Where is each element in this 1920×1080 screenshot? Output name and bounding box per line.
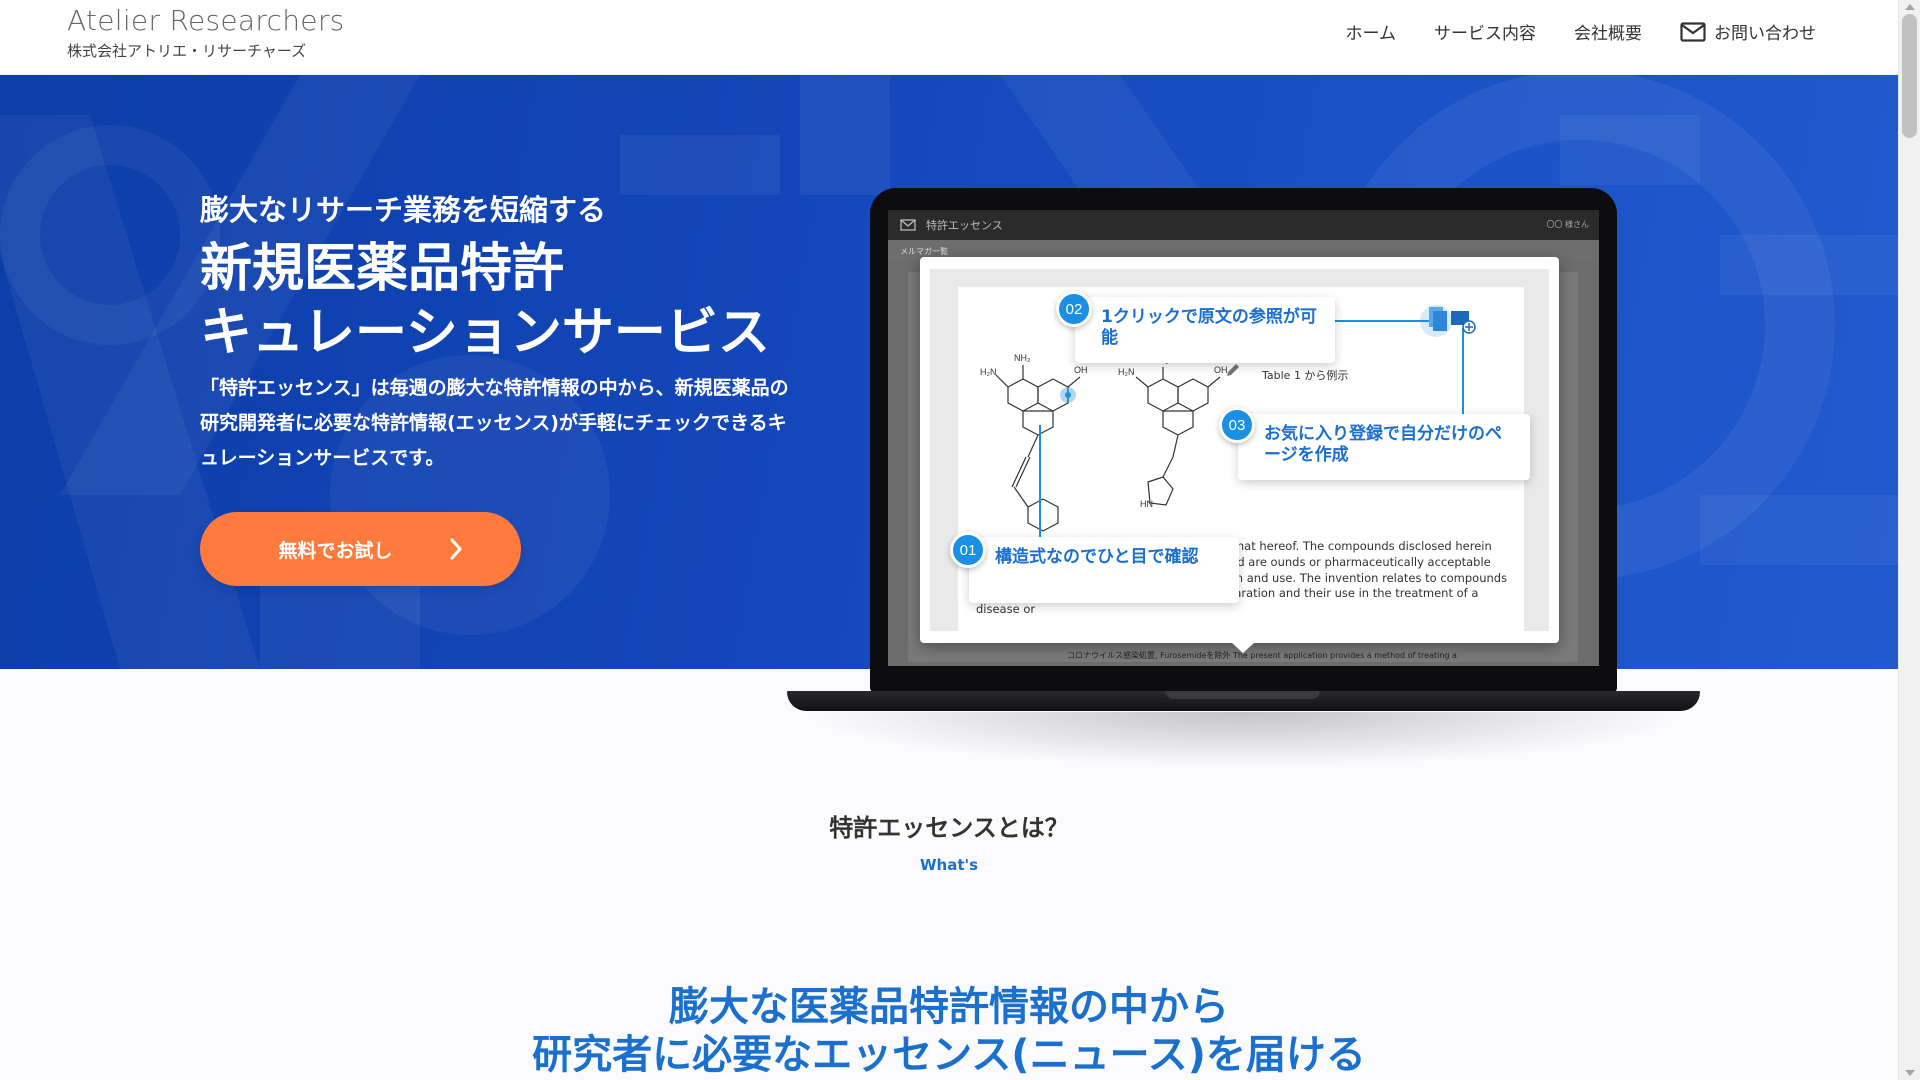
hero-title-line1: 新規医薬品特許: [200, 239, 565, 299]
scroll-down-arrow[interactable]: [1905, 1070, 1915, 1076]
nav-contact[interactable]: お問い合わせ: [1680, 19, 1816, 44]
chevron-right-icon: [450, 538, 461, 560]
svg-text:H₂N: H₂N: [980, 367, 997, 377]
hero-subtitle: 膨大なリサーチ業務を短縮する: [200, 193, 607, 227]
lead-heading: 膨大な医薬品特許情報の中から 研究者に必要なエッセンス(ニュース)を届ける: [0, 983, 1898, 1079]
svg-text:OH: OH: [1074, 365, 1088, 375]
lead-line1: 膨大な医薬品特許情報の中から: [669, 984, 1229, 1030]
site-header: Atelier Researchers 株式会社アトリエ・リサーチャーズ ホーム…: [0, 0, 1898, 75]
nav-home[interactable]: ホーム: [1346, 19, 1397, 44]
patent-abstract: d pharmaceutically acceptable salts ther…: [976, 539, 1508, 617]
mail-icon: [900, 219, 916, 231]
popup-backdrop: H₂N NH₂ OH H₂N NH₂ OH HN Table 1 から例示 d …: [930, 269, 1549, 631]
brand-logo[interactable]: Atelier Researchers 株式会社アトリエ・リサーチャーズ: [67, 3, 345, 61]
free-trial-button[interactable]: 無料でお試し: [200, 512, 521, 586]
feature-popup: H₂N NH₂ OH H₂N NH₂ OH HN Table 1 から例示 d …: [920, 257, 1559, 643]
chemical-structures: H₂N NH₂ OH H₂N NH₂ OH HN: [980, 353, 1228, 532]
svg-text:NH₂: NH₂: [1152, 355, 1169, 365]
mail-icon: [1680, 21, 1706, 42]
main-nav: ホーム サービス内容 会社概要 お問い合わせ: [1346, 19, 1816, 44]
free-trial-label: 無料でお試し: [278, 539, 393, 562]
nav-company[interactable]: 会社概要: [1574, 19, 1642, 44]
pencil-icon[interactable]: [1224, 361, 1242, 379]
scroll-up-arrow[interactable]: [1905, 4, 1915, 10]
whats-title: 特許エッセンスとは？: [829, 814, 1069, 842]
scrollbar-thumb[interactable]: [1902, 14, 1917, 138]
laptop-base: [787, 691, 1700, 711]
svg-text:HN: HN: [1140, 499, 1153, 509]
app-user-menu: 〇〇 様さん: [1546, 220, 1589, 229]
nav-services[interactable]: サービス内容: [1434, 19, 1536, 44]
table-reference: Table 1 から例示: [1262, 369, 1349, 382]
patent-document: H₂N NH₂ OH H₂N NH₂ OH HN Table 1 から例示 d …: [958, 287, 1524, 631]
whats-subtitle: What's: [919, 856, 979, 874]
hero-description: 「特許エッセンス」は毎週の膨大な特許情報の中から、新規医薬品の研究開発者に必要な…: [200, 377, 789, 469]
nav-contact-label: お問い合わせ: [1714, 24, 1816, 44]
svg-text:NH₂: NH₂: [1014, 353, 1031, 363]
hero-title: 新規医薬品特許 キュレーションサービス: [200, 237, 770, 365]
lead-line2: 研究者に必要なエッセンス(ニュース)を届ける: [532, 1032, 1366, 1078]
brand-name-en: Atelier Researchers: [67, 4, 345, 37]
app-title: 特許エッセンス: [926, 219, 1003, 232]
laptop-shadow: [800, 712, 1690, 768]
brand-name-ja: 株式会社アトリエ・リサーチャーズ: [67, 42, 307, 60]
hero-title-line2: キュレーションサービス: [200, 303, 770, 363]
app-header-bar: 特許エッセンス 〇〇 様さん: [888, 210, 1599, 240]
svg-text:H₂N: H₂N: [1118, 367, 1135, 377]
page-scrollbar[interactable]: [1898, 0, 1920, 1080]
